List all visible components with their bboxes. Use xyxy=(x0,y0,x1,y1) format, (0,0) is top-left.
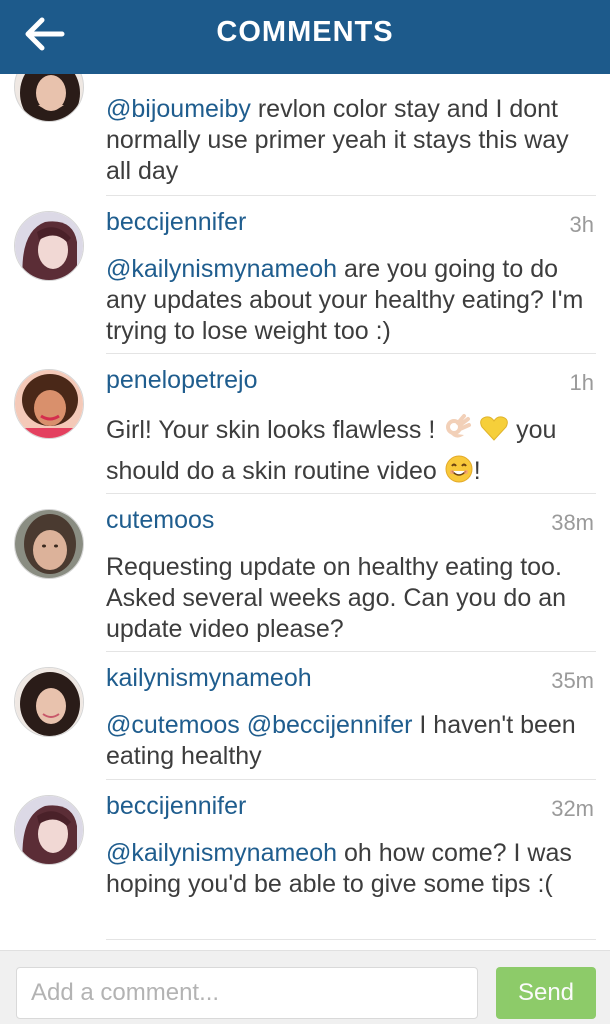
comment-text: Girl! Your skin looks flawless ! you sho… xyxy=(106,412,586,494)
ok-hand-emoji xyxy=(442,413,472,453)
comment-item: penelopetrejo 1h Girl! Your skin looks f… xyxy=(0,354,610,494)
comment-composer: Send xyxy=(0,950,610,1024)
comment-username[interactable]: cutemoos xyxy=(106,506,214,535)
avatar[interactable] xyxy=(14,74,84,122)
comment-text: @cutemoos @beccijennifer I haven't been … xyxy=(106,711,576,770)
comment-timestamp: 35m xyxy=(551,668,594,693)
mention-link[interactable]: @kailynismynameoh xyxy=(106,839,337,867)
yellow-heart-emoji xyxy=(479,413,509,453)
comment-text: @bijoumeiby revlon color stay and I dont… xyxy=(106,95,569,185)
comment-timestamp: 38m xyxy=(551,510,594,535)
top-bar: COMMENTS xyxy=(0,0,610,74)
smiling-face-emoji xyxy=(444,454,474,494)
avatar[interactable] xyxy=(14,369,84,439)
comment-timestamp: 3h xyxy=(569,212,594,237)
comment-item: @bijoumeiby revlon color stay and I dont… xyxy=(0,74,610,196)
comment-username[interactable]: kailynismynameoh xyxy=(106,664,312,693)
avatar-photo xyxy=(15,212,83,280)
comment-timestamp: 1h xyxy=(569,370,594,395)
comment-item: beccijennifer 3h @kailynismynameoh are y… xyxy=(0,196,610,354)
avatar[interactable] xyxy=(14,509,84,579)
comment-text: Requesting update on healthy eating too.… xyxy=(106,553,566,643)
comment-username[interactable]: penelopetrejo xyxy=(106,366,258,395)
mention-link[interactable]: @bijoumeiby xyxy=(106,95,251,123)
comment-item: kailynismynameoh 35m @cutemoos @beccijen… xyxy=(0,652,610,780)
mention-link[interactable]: @beccijennifer xyxy=(247,711,413,739)
avatar[interactable] xyxy=(14,211,84,281)
send-button[interactable]: Send xyxy=(496,967,596,1019)
avatar-photo xyxy=(15,510,83,578)
comment-text: @kailynismynameoh are you going to do an… xyxy=(106,255,584,345)
avatar-photo xyxy=(15,74,83,121)
comment-input[interactable] xyxy=(16,967,478,1019)
avatar-photo xyxy=(15,668,83,736)
comment-text: @kailynismynameoh oh how come? I was hop… xyxy=(106,839,572,898)
comment-item: beccijennifer 32m @kailynismynameoh oh h… xyxy=(0,780,610,940)
comment-list[interactable]: @bijoumeiby revlon color stay and I dont… xyxy=(0,74,610,950)
comment-username[interactable]: beccijennifer xyxy=(106,792,246,821)
avatar-photo xyxy=(15,370,83,438)
comment-username[interactable]: beccijennifer xyxy=(106,208,246,237)
mention-link[interactable]: @kailynismynameoh xyxy=(106,255,337,283)
comment-timestamp: 32m xyxy=(551,796,594,821)
avatar-photo xyxy=(15,796,83,864)
page-title: COMMENTS xyxy=(216,16,394,48)
comment-item: cutemoos 38m Requesting update on health… xyxy=(0,494,610,652)
avatar[interactable] xyxy=(14,795,84,865)
avatar[interactable] xyxy=(14,667,84,737)
divider xyxy=(106,939,596,940)
mention-link[interactable]: @cutemoos xyxy=(106,711,240,739)
